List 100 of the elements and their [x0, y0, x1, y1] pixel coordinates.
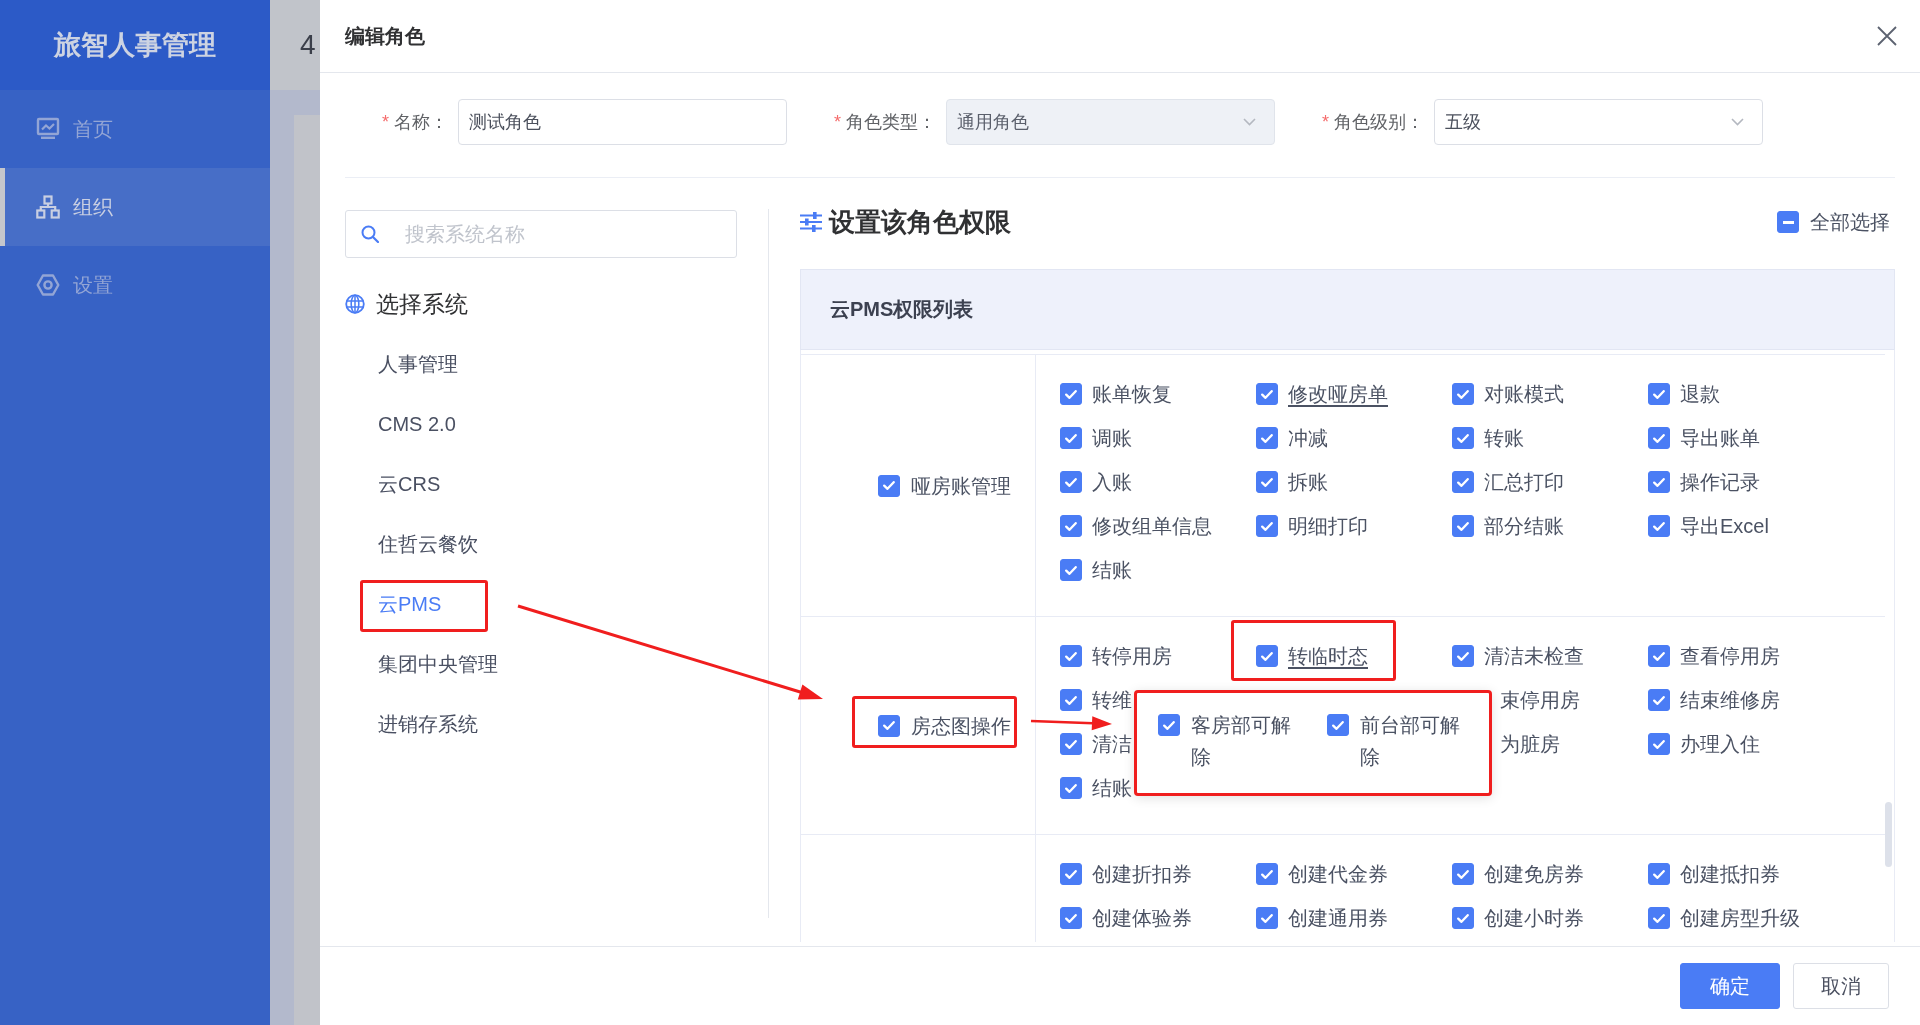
- check-icon: [1457, 913, 1469, 923]
- check-icon: [1065, 389, 1077, 399]
- check-icon: [1065, 651, 1077, 661]
- checkbox[interactable]: [1452, 645, 1474, 667]
- org-chart-icon: [36, 195, 60, 219]
- check-icon: [1653, 739, 1665, 749]
- search-icon: [361, 225, 379, 243]
- required-mark: *: [834, 111, 841, 133]
- section-title: 选择系统: [376, 289, 468, 319]
- system-item[interactable]: CMS 2.0: [378, 410, 456, 438]
- checkbox[interactable]: [1327, 714, 1349, 736]
- cancel-button[interactable]: 取消: [1793, 963, 1889, 1009]
- text-input[interactable]: 测试角色: [458, 99, 787, 145]
- checkbox[interactable]: [1060, 471, 1082, 493]
- checkbox[interactable]: [1060, 645, 1082, 667]
- permission-label: 对账模式: [1484, 382, 1564, 407]
- permission-label: 结账: [1092, 558, 1132, 583]
- checkbox[interactable]: [1158, 714, 1180, 736]
- permission-label: 创建小时券: [1484, 906, 1584, 931]
- checkbox[interactable]: [1452, 427, 1474, 449]
- permission-label: 导出Excel: [1680, 514, 1769, 539]
- checkbox[interactable]: [1452, 471, 1474, 493]
- checkbox[interactable]: [1256, 645, 1278, 667]
- permission-label: 前台部可解除: [1360, 713, 1461, 770]
- checkbox[interactable]: [1060, 689, 1082, 711]
- checkbox[interactable]: [1777, 211, 1799, 233]
- checkbox[interactable]: [1256, 383, 1278, 405]
- permission-label: 结束维修房: [1680, 688, 1780, 713]
- checkbox[interactable]: [1060, 427, 1082, 449]
- close-icon[interactable]: [1877, 26, 1897, 46]
- check-icon: [1653, 695, 1665, 705]
- check-icon: [1065, 913, 1077, 923]
- scrollbar-thumb[interactable]: [1885, 802, 1892, 867]
- check-icon: [1653, 389, 1665, 399]
- checkbox[interactable]: [1648, 645, 1670, 667]
- permission-label: 账单恢复: [1092, 382, 1172, 407]
- system-item[interactable]: 住哲云餐饮: [378, 530, 478, 558]
- check-icon: [1653, 913, 1665, 923]
- app-title: 旅智人事管理: [54, 29, 216, 62]
- check-icon: [1653, 477, 1665, 487]
- checkbox[interactable]: [1060, 383, 1082, 405]
- permission-label: 客房部可解除: [1191, 713, 1292, 770]
- group-label: 哑房账管理: [911, 473, 1011, 499]
- select-all-label[interactable]: 全部选择: [1810, 208, 1890, 236]
- checkbox[interactable]: [1256, 863, 1278, 885]
- checkbox[interactable]: [1648, 907, 1670, 929]
- permission-label: 清洁未检查: [1484, 644, 1584, 669]
- check-icon: [1653, 869, 1665, 879]
- required-mark: *: [382, 111, 389, 133]
- permission-link[interactable]: 修改哑房单: [1288, 380, 1388, 408]
- check-icon: [1261, 521, 1273, 531]
- system-item[interactable]: 云PMS: [378, 590, 442, 618]
- check-icon: [1261, 869, 1273, 879]
- checkbox[interactable]: [1648, 515, 1670, 537]
- checkbox[interactable]: [1060, 777, 1082, 799]
- checkbox[interactable]: [1060, 515, 1082, 537]
- check-icon: [1065, 477, 1077, 487]
- check-icon: [1065, 695, 1077, 705]
- system-item[interactable]: 人事管理: [378, 350, 458, 378]
- system-item[interactable]: 集团中央管理: [378, 650, 498, 678]
- checkbox[interactable]: [1060, 733, 1082, 755]
- check-icon: [1457, 521, 1469, 531]
- checkbox[interactable]: [1648, 733, 1670, 755]
- check-icon: [1065, 521, 1077, 531]
- permission-label: 拆账: [1288, 470, 1328, 495]
- check-icon: [1457, 433, 1469, 443]
- checkbox[interactable]: [1060, 559, 1082, 581]
- permission-label: 调账: [1092, 426, 1132, 451]
- permission-label: 束停用房: [1500, 688, 1580, 713]
- system-item[interactable]: 云CRS: [378, 470, 441, 498]
- checkbox[interactable]: [878, 474, 900, 497]
- check-icon: [1065, 433, 1077, 443]
- checkbox[interactable]: [1060, 863, 1082, 885]
- checkbox[interactable]: [1452, 907, 1474, 929]
- checkbox[interactable]: [1452, 863, 1474, 885]
- checkbox[interactable]: [1648, 863, 1670, 885]
- checkbox[interactable]: [1256, 471, 1278, 493]
- confirm-button[interactable]: 确定: [1680, 963, 1780, 1009]
- settings-icon: [36, 273, 60, 297]
- checkbox[interactable]: [1256, 515, 1278, 537]
- permission-label: 创建代金券: [1288, 862, 1388, 887]
- checkbox[interactable]: [878, 714, 900, 737]
- checkbox[interactable]: [1256, 427, 1278, 449]
- system-item[interactable]: 进销存系统: [378, 710, 478, 738]
- check-icon: [1261, 913, 1273, 923]
- checkbox[interactable]: [1452, 515, 1474, 537]
- checkbox[interactable]: [1648, 383, 1670, 405]
- checkbox[interactable]: [1452, 383, 1474, 405]
- checkbox[interactable]: [1648, 689, 1670, 711]
- checkbox[interactable]: [1256, 907, 1278, 929]
- checkbox[interactable]: [1060, 907, 1082, 929]
- permission-label: 办理入住: [1680, 732, 1760, 757]
- checkbox[interactable]: [1648, 427, 1670, 449]
- monitor-chart-icon: [36, 117, 60, 141]
- check-icon: [1653, 521, 1665, 531]
- permission-label: 创建抵扣券: [1680, 862, 1780, 887]
- checkbox[interactable]: [1648, 471, 1670, 493]
- select-field[interactable]: 五级: [1434, 99, 1763, 145]
- permission-label: 冲减: [1288, 426, 1328, 451]
- permission-link[interactable]: 转临时态: [1288, 642, 1368, 670]
